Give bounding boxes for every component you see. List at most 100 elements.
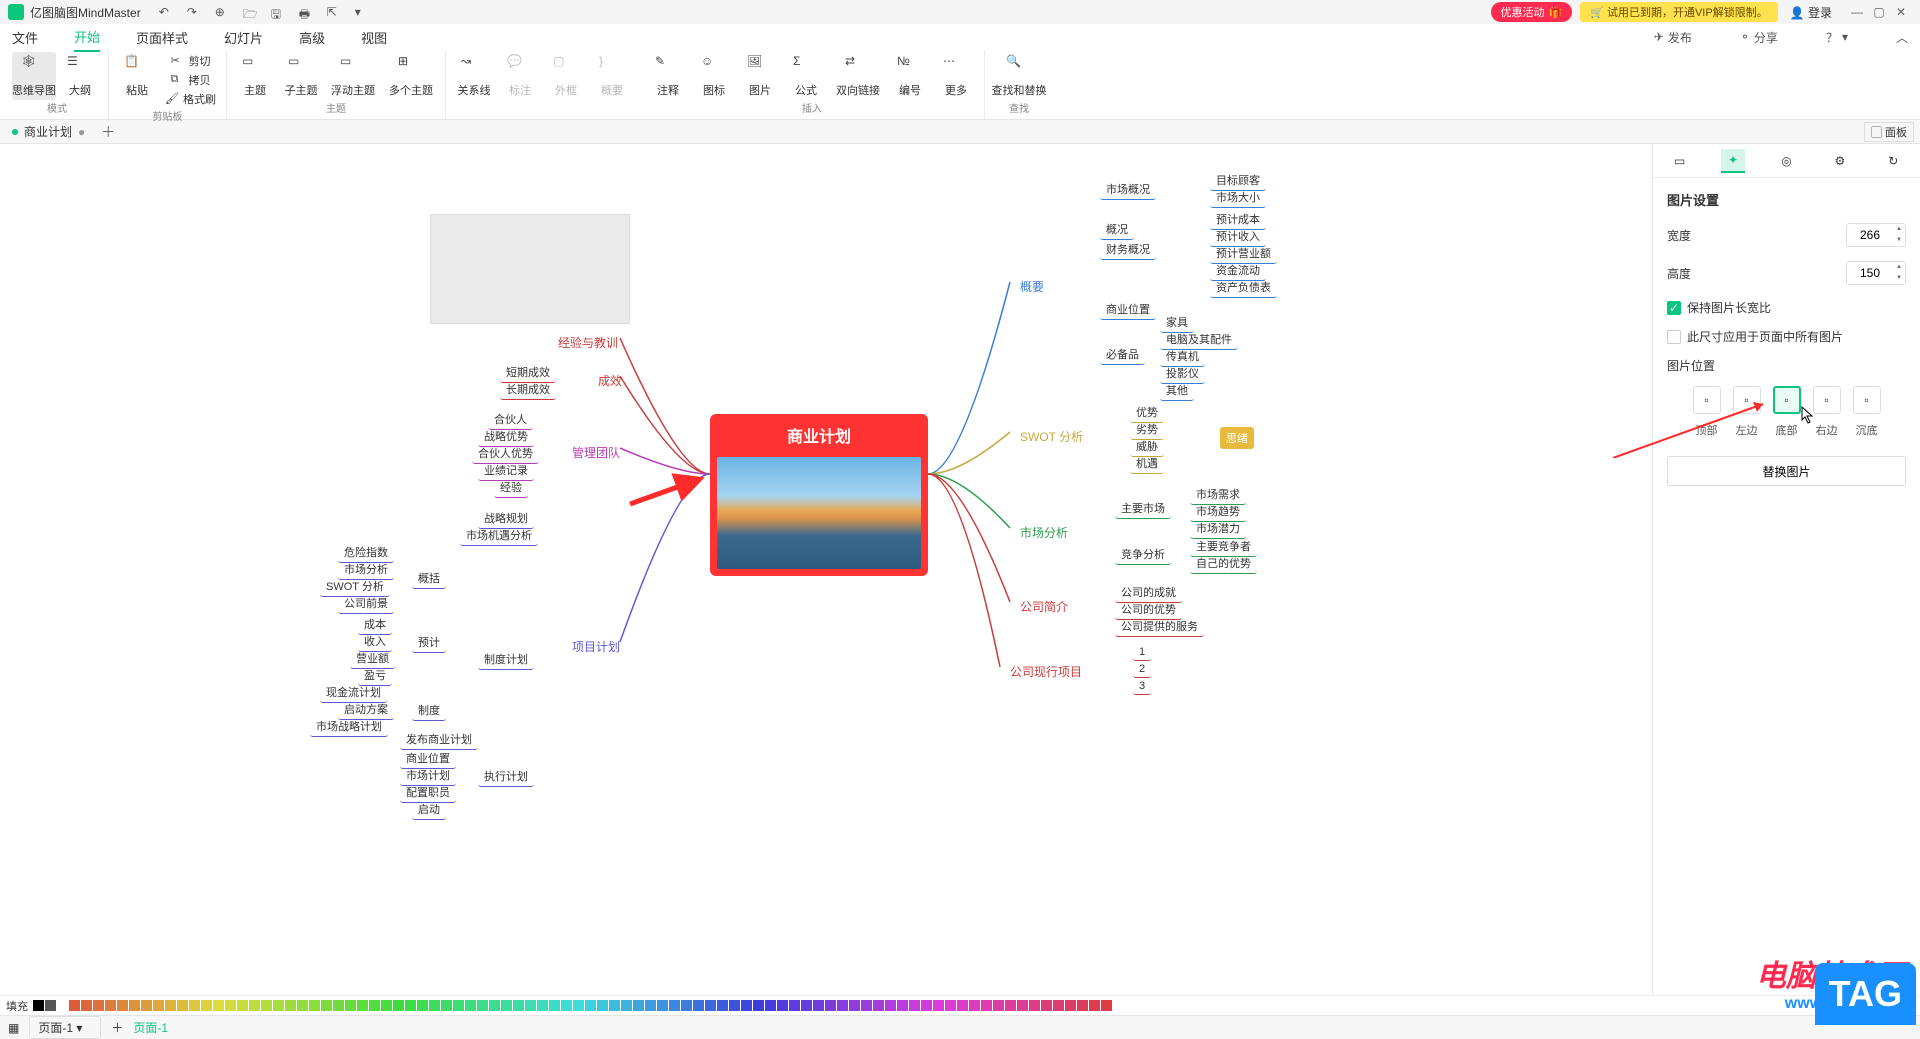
image-button[interactable]: 🖼图片: [738, 52, 782, 100]
color-swatch[interactable]: [981, 1000, 992, 1011]
color-swatch[interactable]: [729, 1000, 740, 1011]
format-painter-button[interactable]: 🖌格式刷: [161, 90, 220, 108]
branch-plan[interactable]: 项目计划: [562, 634, 630, 659]
color-swatch[interactable]: [957, 1000, 968, 1011]
color-swatch[interactable]: [993, 1000, 1004, 1011]
qat-dropdown-icon[interactable]: ▾: [355, 5, 369, 19]
height-input[interactable]: [1847, 266, 1893, 280]
color-swatch[interactable]: [837, 1000, 848, 1011]
color-swatch[interactable]: [681, 1000, 692, 1011]
color-swatch[interactable]: [969, 1000, 980, 1011]
color-swatch[interactable]: [885, 1000, 896, 1011]
height-down[interactable]: ▼: [1893, 273, 1905, 284]
bilink-button[interactable]: ⇄双向链接: [830, 52, 886, 100]
node[interactable]: 机遇: [1130, 453, 1164, 474]
breadcrumb[interactable]: 页面-1: [133, 1019, 168, 1036]
color-swatch[interactable]: [597, 1000, 608, 1011]
color-swatch[interactable]: [141, 1000, 152, 1011]
color-swatch[interactable]: [933, 1000, 944, 1011]
paste-button[interactable]: 📋粘贴: [115, 52, 159, 108]
node[interactable]: 长期成效: [500, 379, 556, 400]
node[interactable]: 概括: [412, 568, 446, 589]
help-button[interactable]: ？▾: [1826, 29, 1848, 46]
more-button[interactable]: ⋯更多: [934, 52, 978, 100]
color-swatch[interactable]: [945, 1000, 956, 1011]
pos-right[interactable]: ▫: [1813, 386, 1841, 414]
width-input[interactable]: [1847, 228, 1893, 242]
branch-overview[interactable]: 概要: [1010, 274, 1054, 299]
color-swatch[interactable]: [105, 1000, 116, 1011]
topic-button[interactable]: ▭主题: [233, 52, 277, 100]
node[interactable]: 必备品: [1100, 344, 1145, 365]
branch-effect[interactable]: 成效: [588, 368, 632, 393]
menu-page-style[interactable]: 页面样式: [136, 24, 188, 51]
print-icon[interactable]: 🖶: [299, 5, 313, 19]
collapse-ribbon-button[interactable]: ︿: [1896, 29, 1908, 46]
node[interactable]: 执行计划: [478, 766, 534, 787]
node[interactable]: 自己的优势: [1190, 553, 1257, 574]
color-swatch[interactable]: [789, 1000, 800, 1011]
node[interactable]: 公司提供的服务: [1115, 616, 1204, 637]
color-swatch[interactable]: [33, 1000, 44, 1011]
branch-team[interactable]: 管理团队: [562, 440, 630, 465]
node[interactable]: 1: [1133, 644, 1151, 661]
color-swatch[interactable]: [1005, 1000, 1016, 1011]
color-swatch[interactable]: [1053, 1000, 1064, 1011]
pages-icon[interactable]: ▦: [8, 1021, 19, 1035]
color-swatch[interactable]: [345, 1000, 356, 1011]
color-swatch[interactable]: [561, 1000, 572, 1011]
number-button[interactable]: №编号: [888, 52, 932, 100]
node[interactable]: 发布商业计划: [400, 729, 478, 750]
color-swatch[interactable]: [321, 1000, 332, 1011]
color-swatch[interactable]: [1089, 1000, 1100, 1011]
publish-button[interactable]: ✈发布: [1654, 29, 1692, 46]
color-swatch[interactable]: [645, 1000, 656, 1011]
color-swatch[interactable]: [165, 1000, 176, 1011]
color-swatch[interactable]: [861, 1000, 872, 1011]
color-swatch[interactable]: [201, 1000, 212, 1011]
color-swatch[interactable]: [309, 1000, 320, 1011]
node[interactable]: 财务概况: [1100, 239, 1156, 260]
undo-icon[interactable]: ↶: [159, 5, 173, 19]
page-select[interactable]: 页面-1 ▾: [29, 1016, 101, 1039]
login-button[interactable]: 👤 登录: [1790, 4, 1832, 21]
color-swatch[interactable]: [93, 1000, 104, 1011]
add-tab-button[interactable]: ＋: [101, 122, 115, 142]
color-swatch[interactable]: [897, 1000, 908, 1011]
panel-toggle-button[interactable]: ▢ 面板: [1864, 122, 1914, 142]
node[interactable]: 概况: [1100, 219, 1134, 240]
color-swatch[interactable]: [405, 1000, 416, 1011]
color-swatch[interactable]: [153, 1000, 164, 1011]
panel-tab-style[interactable]: ✦: [1721, 149, 1745, 173]
node[interactable]: 市场概况: [1100, 179, 1156, 200]
node[interactable]: 主要市场: [1115, 498, 1171, 519]
color-swatch[interactable]: [825, 1000, 836, 1011]
color-swatch[interactable]: [45, 1000, 56, 1011]
close-button[interactable]: ✕: [1890, 5, 1912, 19]
panel-tab-layout[interactable]: ▭: [1668, 149, 1692, 173]
maximize-button[interactable]: ▢: [1868, 5, 1890, 19]
color-swatch[interactable]: [777, 1000, 788, 1011]
multi-topic-button[interactable]: ⊞多个主题: [383, 52, 439, 100]
color-swatch[interactable]: [69, 1000, 80, 1011]
width-down[interactable]: ▼: [1893, 235, 1905, 246]
open-icon[interactable]: 🗁: [243, 5, 257, 19]
color-swatch[interactable]: [57, 1000, 68, 1011]
color-swatch[interactable]: [1041, 1000, 1052, 1011]
node[interactable]: 其他: [1160, 380, 1194, 401]
color-swatch[interactable]: [261, 1000, 272, 1011]
menu-slide[interactable]: 幻灯片: [224, 24, 263, 51]
subtopic-button[interactable]: ▭子主题: [279, 52, 323, 100]
color-swatch[interactable]: [537, 1000, 548, 1011]
color-swatch[interactable]: [849, 1000, 860, 1011]
node[interactable]: 预计: [412, 632, 446, 653]
topic-image-thumb[interactable]: [430, 214, 630, 324]
minimize-button[interactable]: —: [1846, 5, 1868, 19]
vip-badge[interactable]: 🛒 试用已到期，开通VIP解锁限制。: [1580, 2, 1778, 22]
color-swatch[interactable]: [1077, 1000, 1088, 1011]
color-swatch[interactable]: [357, 1000, 368, 1011]
color-swatch[interactable]: [765, 1000, 776, 1011]
color-swatch[interactable]: [753, 1000, 764, 1011]
node[interactable]: 经验: [494, 477, 528, 498]
color-swatch[interactable]: [657, 1000, 668, 1011]
